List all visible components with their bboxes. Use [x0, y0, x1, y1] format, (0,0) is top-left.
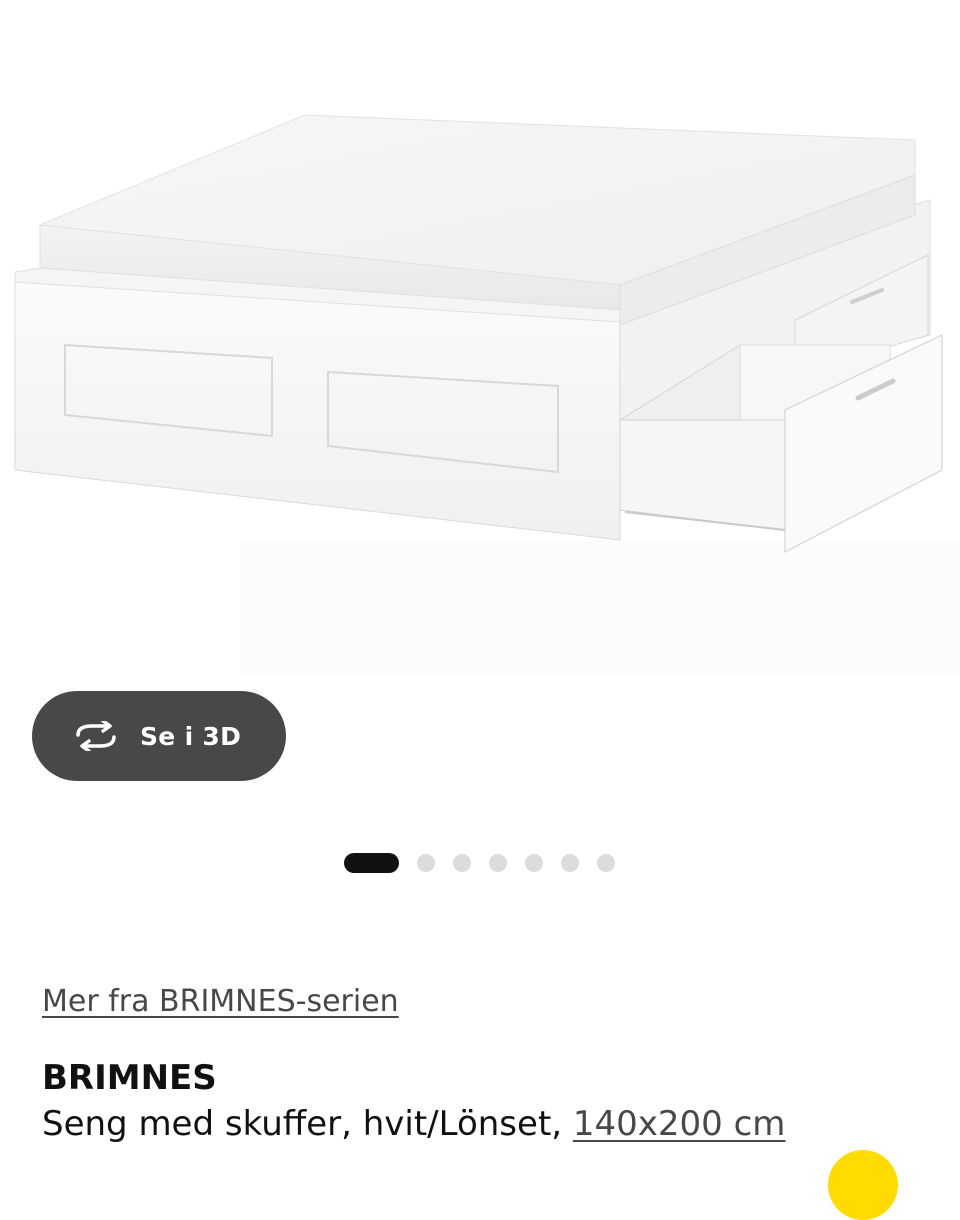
view-in-3d-button[interactable]: Se i 3D — [32, 691, 286, 781]
product-name: BRIMNES — [42, 1058, 217, 1098]
carousel-dot-3[interactable] — [453, 854, 471, 872]
rotate-3d-icon — [72, 719, 120, 753]
carousel-dot-1[interactable] — [344, 853, 399, 873]
product-image[interactable] — [0, 0, 960, 680]
image-carousel-pagination — [344, 852, 633, 874]
bed-illustration — [14, 114, 960, 675]
carousel-dot-6[interactable] — [561, 854, 579, 872]
carousel-dot-7[interactable] — [597, 854, 615, 872]
size-link[interactable]: 140x200 cm — [573, 1104, 786, 1144]
carousel-dot-2[interactable] — [417, 854, 435, 872]
carousel-dot-5[interactable] — [525, 854, 543, 872]
series-link[interactable]: Mer fra BRIMNES-serien — [42, 984, 399, 1019]
view-in-3d-label: Se i 3D — [140, 721, 242, 751]
yellow-action-button[interactable] — [828, 1150, 898, 1220]
product-description-text: Seng med skuffer, hvit/Lönset, — [42, 1104, 573, 1144]
carousel-dot-4[interactable] — [489, 854, 507, 872]
product-description: Seng med skuffer, hvit/Lönset, 140x200 c… — [42, 1104, 785, 1144]
